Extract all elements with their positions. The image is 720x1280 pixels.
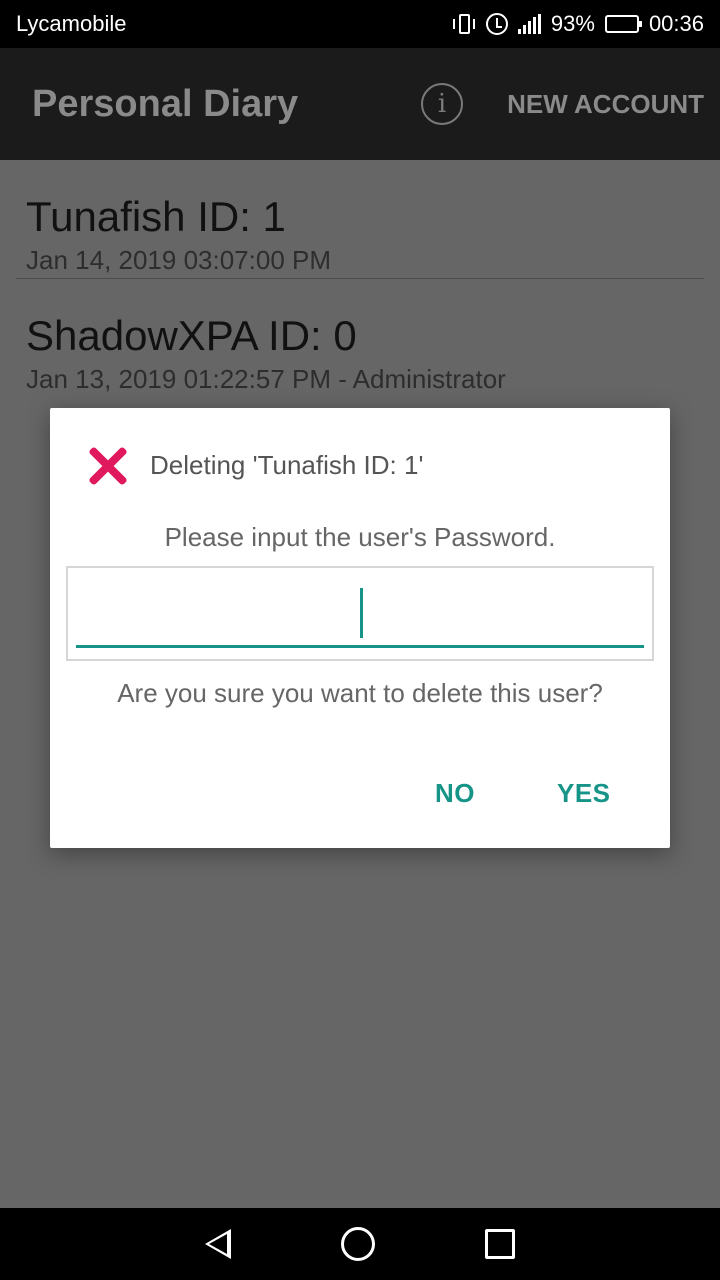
clock: 00:36: [648, 11, 704, 36]
carrier-name: Lycamobile: [16, 11, 127, 36]
vibrate-icon: [452, 12, 476, 36]
password-field-container: [66, 566, 654, 661]
back-icon[interactable]: [205, 1229, 231, 1259]
user-list: Tunafish ID: 1 Jan 14, 2019 03:07:00 PM …: [0, 160, 720, 397]
no-button[interactable]: NO: [435, 778, 475, 809]
list-item[interactable]: Tunafish ID: 1 Jan 14, 2019 03:07:00 PM: [0, 160, 720, 278]
status-icons: 93% 00:36: [452, 11, 704, 37]
delete-user-dialog: Deleting 'Tunafish ID: 1' Please input t…: [50, 408, 670, 848]
status-bar: Lycamobile 93% 00:36: [0, 0, 720, 48]
dialog-question: Are you sure you want to delete this use…: [117, 678, 603, 708]
dialog-header: Deleting 'Tunafish ID: 1': [86, 444, 423, 486]
list-item[interactable]: ShadowXPA ID: 0 Jan 13, 2019 01:22:57 PM…: [0, 279, 720, 397]
user-subtitle: Jan 13, 2019 01:22:57 PM - Administrator: [26, 364, 506, 394]
dialog-message: Please input the user's Password.: [164, 522, 556, 552]
app-title: Personal Diary: [32, 82, 299, 125]
app-bar: Personal Diary i NEW ACCOUNT: [0, 48, 720, 160]
signal-icon: [517, 14, 541, 34]
new-account-button[interactable]: NEW ACCOUNT: [507, 89, 704, 120]
close-x-icon: [86, 444, 128, 486]
info-icon[interactable]: i: [421, 83, 464, 125]
alarm-icon: [485, 13, 508, 35]
user-name: ShadowXPA ID: 0: [26, 312, 357, 359]
battery-icon: [604, 15, 642, 33]
home-icon[interactable]: [341, 1227, 375, 1261]
user-subtitle: Jan 14, 2019 03:07:00 PM: [26, 245, 332, 275]
user-name: Tunafish ID: 1: [26, 193, 286, 240]
yes-button[interactable]: YES: [557, 778, 611, 809]
navigation-bar: [0, 1208, 720, 1280]
recents-icon[interactable]: [485, 1229, 515, 1259]
text-caret: [360, 588, 363, 638]
dialog-title: Deleting 'Tunafish ID: 1': [150, 449, 424, 480]
battery-percent: 93%: [550, 11, 595, 36]
